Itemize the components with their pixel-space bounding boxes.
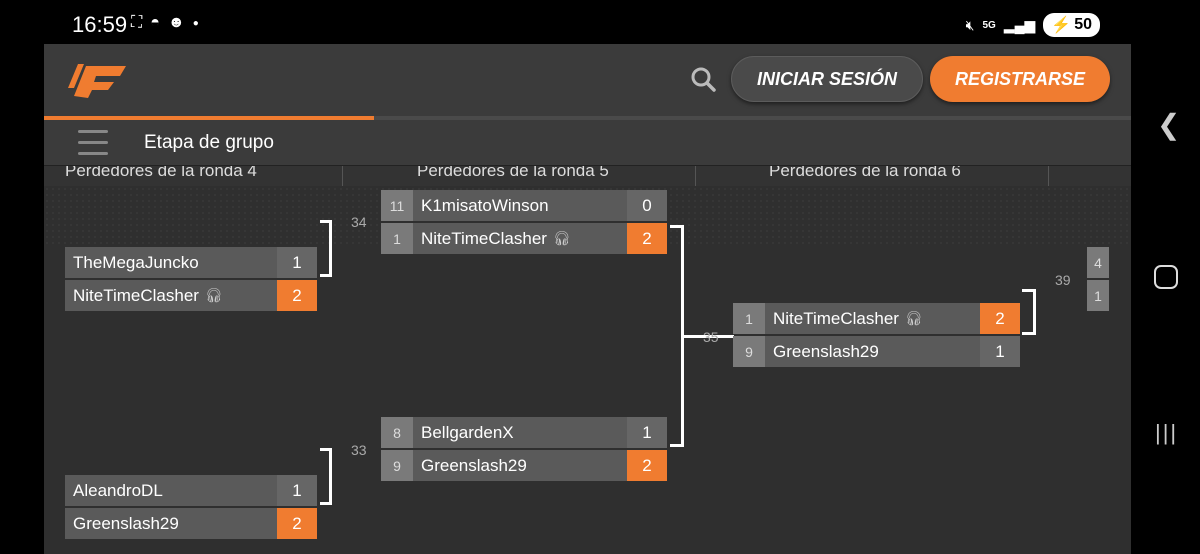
headphones-icon: 🎧︎ [904, 310, 923, 326]
match-row: AleandroDL 1 [65, 475, 317, 506]
player-score: 1 [627, 417, 667, 448]
player-score: 0 [627, 190, 667, 221]
round-title: Perdedores de la ronda 4 [65, 166, 257, 180]
round-title: Perdedores de la ronda 5 [417, 166, 609, 180]
player-seed: 9 [381, 450, 413, 481]
match-card-partial[interactable]: 4 1 [1087, 247, 1131, 313]
player-name: K1misatoWinson [421, 195, 549, 215]
player-score: 2 [277, 280, 317, 311]
headphones-icon: 🎧︎ [552, 230, 571, 246]
match-row: 1 NiteTimeClasher 🎧︎ 2 [733, 303, 1020, 334]
player-score: 1 [277, 475, 317, 506]
player-score: 1 [980, 336, 1020, 367]
stage-title: Etapa de grupo [144, 132, 274, 153]
match-number: 39 [1055, 272, 1071, 288]
match-row: TheMegaJuncko 1 [65, 247, 317, 278]
discord-icon: ☻ [167, 14, 185, 31]
bracket-connector [670, 225, 684, 447]
match-card[interactable]: 8 BellgardenX 1 9 Greenslash29 2 [381, 417, 667, 483]
stage-bar: Etapa de grupo [44, 120, 1131, 166]
match-card[interactable]: 11 K1misatoWinson 0 1 NiteTimeClasher 🎧︎ … [381, 190, 667, 256]
logo-icon[interactable] [64, 56, 134, 104]
match-card[interactable]: TheMegaJuncko 1 NiteTimeClasher 🎧︎ 2 [65, 247, 317, 313]
bracket-connector [320, 448, 332, 505]
headphones-icon: 🎧︎ [204, 287, 223, 303]
match-number: 35 [703, 329, 719, 345]
player-seed: 9 [733, 336, 765, 367]
match-row: 1 NiteTimeClasher 🎧︎ 2 [381, 223, 667, 254]
match-number: 34 [351, 214, 367, 230]
player-name: NiteTimeClasher [773, 308, 899, 328]
match-card[interactable]: 1 NiteTimeClasher 🎧︎ 2 9 Greenslash29 1 [733, 303, 1020, 369]
player-score: 2 [627, 223, 667, 254]
player-name: BellgardenX [421, 422, 514, 442]
player-seed: 8 [381, 417, 413, 448]
login-button[interactable]: INICIAR SESIÓN [731, 56, 923, 102]
match-card[interactable]: AleandroDL 1 Greenslash29 2 [65, 475, 317, 541]
round-headers: Perdedores de la ronda 4 Perdedores de l… [44, 166, 1131, 186]
player-score: 1 [277, 247, 317, 278]
round-title: Perdedores de la ronda 6 [769, 166, 961, 180]
signal-icon: ▂▄▆ [1003, 16, 1036, 33]
match-number: 33 [351, 442, 367, 458]
player-score: 2 [627, 450, 667, 481]
player-name: Greenslash29 [73, 513, 179, 533]
home-icon[interactable] [1154, 265, 1178, 289]
bracket-connector [1022, 289, 1036, 335]
player-seed: 11 [381, 190, 413, 221]
status-time: 16:59 [72, 12, 128, 37]
screenshot-icon: ⛶ [131, 14, 143, 31]
player-seed: 1 [733, 303, 765, 334]
player-seed: 1 [381, 223, 413, 254]
match-row: Greenslash29 2 [65, 508, 317, 539]
status-bar: 16:59 ⛶ ◓ ☻ ● 🔇︎ 5G ▂▄▆ ⚡ 50 [0, 0, 1200, 44]
search-icon[interactable] [690, 66, 716, 92]
player-score: 2 [277, 508, 317, 539]
match-row: 9 Greenslash29 2 [381, 450, 667, 481]
battery-icon: ⚡ 50 [1043, 13, 1100, 37]
player-score: 2 [980, 303, 1020, 334]
player-name: NiteTimeClasher [421, 228, 547, 248]
match-row: 11 K1misatoWinson 0 [381, 190, 667, 221]
match-row: 1 [1087, 280, 1131, 311]
player-name: TheMegaJuncko [73, 252, 199, 272]
network-label: 5G [982, 19, 996, 31]
register-button[interactable]: REGISTRARSE [930, 56, 1110, 102]
player-name: AleandroDL [73, 480, 163, 500]
player-seed: 1 [1087, 280, 1109, 311]
pokeball-icon: ◓ [150, 14, 160, 31]
player-name: Greenslash29 [421, 455, 527, 475]
match-row: 4 [1087, 247, 1131, 278]
battery-level: 50 [1074, 16, 1092, 33]
recent-apps-icon[interactable]: ||| [1155, 420, 1178, 446]
player-name: NiteTimeClasher [73, 285, 199, 305]
match-row: NiteTimeClasher 🎧︎ 2 [65, 280, 317, 311]
app-window: INICIAR SESIÓN REGISTRARSE Etapa de grup… [44, 44, 1131, 554]
back-icon[interactable]: ❮ [1157, 108, 1180, 141]
match-row: 9 Greenslash29 1 [733, 336, 1020, 367]
mute-icon: 🔇︎ [965, 16, 975, 33]
top-navbar: INICIAR SESIÓN REGISTRARSE [44, 44, 1131, 116]
bracket-connector [320, 220, 332, 277]
dot-icon: ● [192, 17, 199, 29]
match-row: 8 BellgardenX 1 [381, 417, 667, 448]
player-seed: 4 [1087, 247, 1109, 278]
player-name: Greenslash29 [773, 341, 879, 361]
hamburger-menu-icon[interactable] [78, 130, 108, 156]
